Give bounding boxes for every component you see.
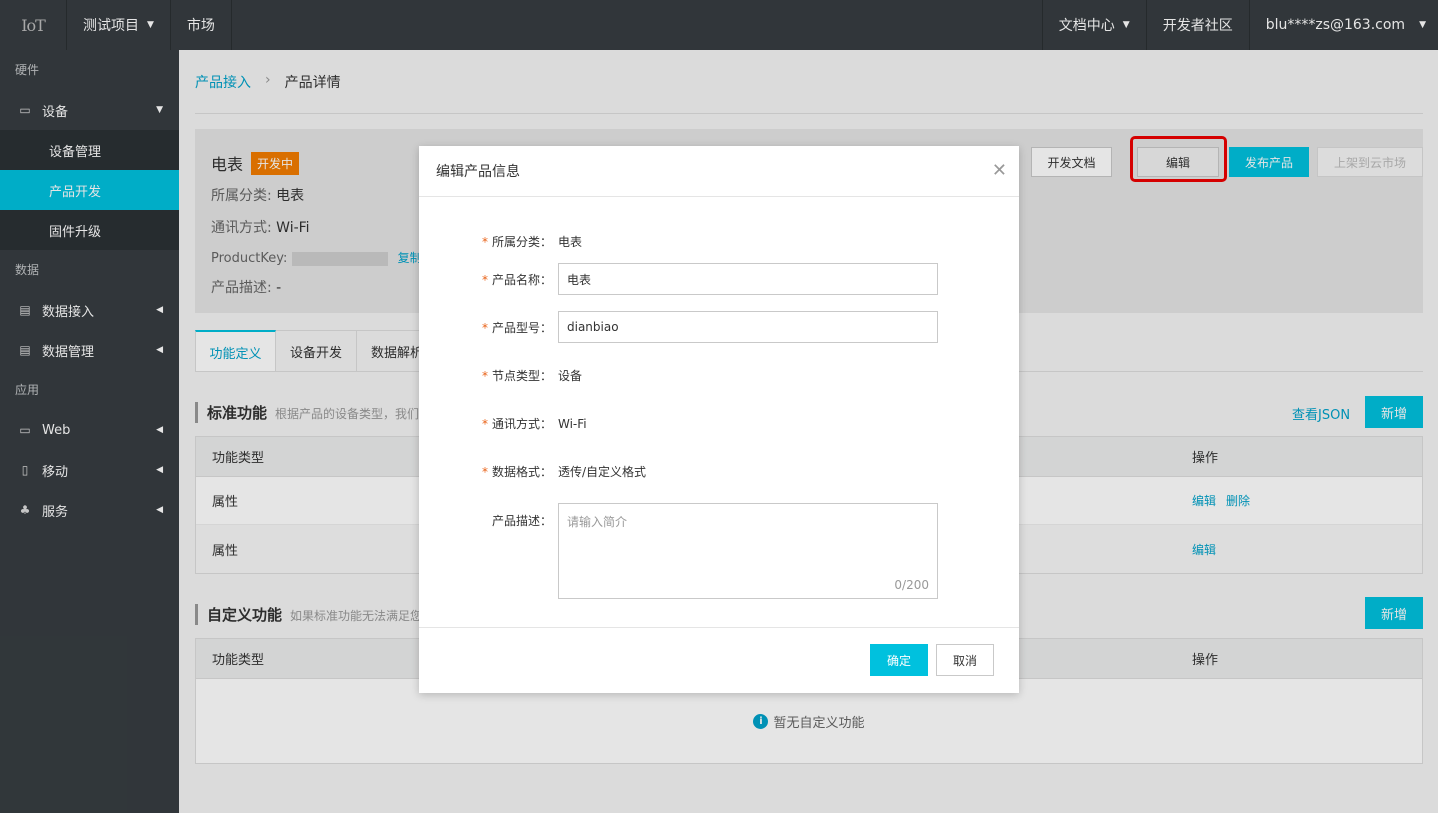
category-label: 所属分类： — [491, 235, 552, 249]
desc-placeholder: 请输入简介 — [567, 515, 628, 529]
form-label: * 产品型号： — [419, 319, 558, 336]
product-name-input[interactable]: 电表 — [558, 263, 938, 295]
required-mark: * — [481, 465, 488, 479]
form-row-comm: * 通讯方式： Wi-Fi — [419, 415, 1019, 432]
form-row-desc: 产品描述： 请输入简介 0/200 — [419, 503, 1019, 599]
desc-label: 产品描述： — [491, 514, 552, 528]
required-mark: * — [481, 320, 488, 335]
form-label: * 所属分类： — [419, 233, 558, 250]
confirm-button[interactable]: 确定 — [870, 644, 928, 676]
name-label: 产品名称： — [491, 272, 552, 287]
form-row-category: * 所属分类： 电表 — [419, 233, 1019, 250]
modal-footer-divider — [419, 627, 1019, 628]
modal-header: 编辑产品信息 ✕ — [419, 146, 1019, 197]
category-value: 电表 — [558, 235, 583, 249]
form-row-node: * 节点类型： 设备 — [419, 367, 1019, 384]
form-row-name: * 产品名称： 电表 — [419, 263, 1019, 295]
form-label: * 产品名称： — [419, 271, 558, 288]
cancel-button[interactable]: 取消 — [936, 644, 994, 676]
comm-label: 通讯方式： — [491, 417, 552, 431]
modal-title: 编辑产品信息 — [436, 164, 520, 180]
required-mark: * — [481, 235, 488, 249]
product-desc-textarea[interactable]: 请输入简介 0/200 — [558, 503, 938, 599]
edit-product-modal: 编辑产品信息 ✕ * 所属分类： 电表 * 产品名称： 电表 * 产品型号： dian… — [419, 146, 1019, 693]
form-label: * 通讯方式： — [419, 415, 558, 432]
form-label: 产品描述： — [419, 503, 558, 529]
format-label: 数据格式： — [491, 465, 552, 479]
close-icon[interactable]: ✕ — [992, 160, 1007, 181]
node-value: 设备 — [558, 369, 583, 383]
form-label: * 数据格式： — [419, 463, 558, 480]
required-mark: * — [481, 417, 488, 431]
comm-value: Wi-Fi — [558, 416, 587, 431]
product-model-input[interactable]: dianbiao — [558, 311, 938, 343]
required-mark: * — [481, 272, 488, 287]
form-label: * 节点类型： — [419, 367, 558, 384]
required-mark: * — [481, 369, 488, 383]
node-label: 节点类型： — [491, 369, 552, 383]
form-row-format: * 数据格式： 透传/自定义格式 — [419, 463, 1019, 480]
char-counter: 0/200 — [894, 578, 929, 592]
format-value: 透传/自定义格式 — [558, 465, 647, 479]
form-row-model: * 产品型号： dianbiao — [419, 311, 1019, 343]
model-label: 产品型号： — [491, 320, 552, 335]
